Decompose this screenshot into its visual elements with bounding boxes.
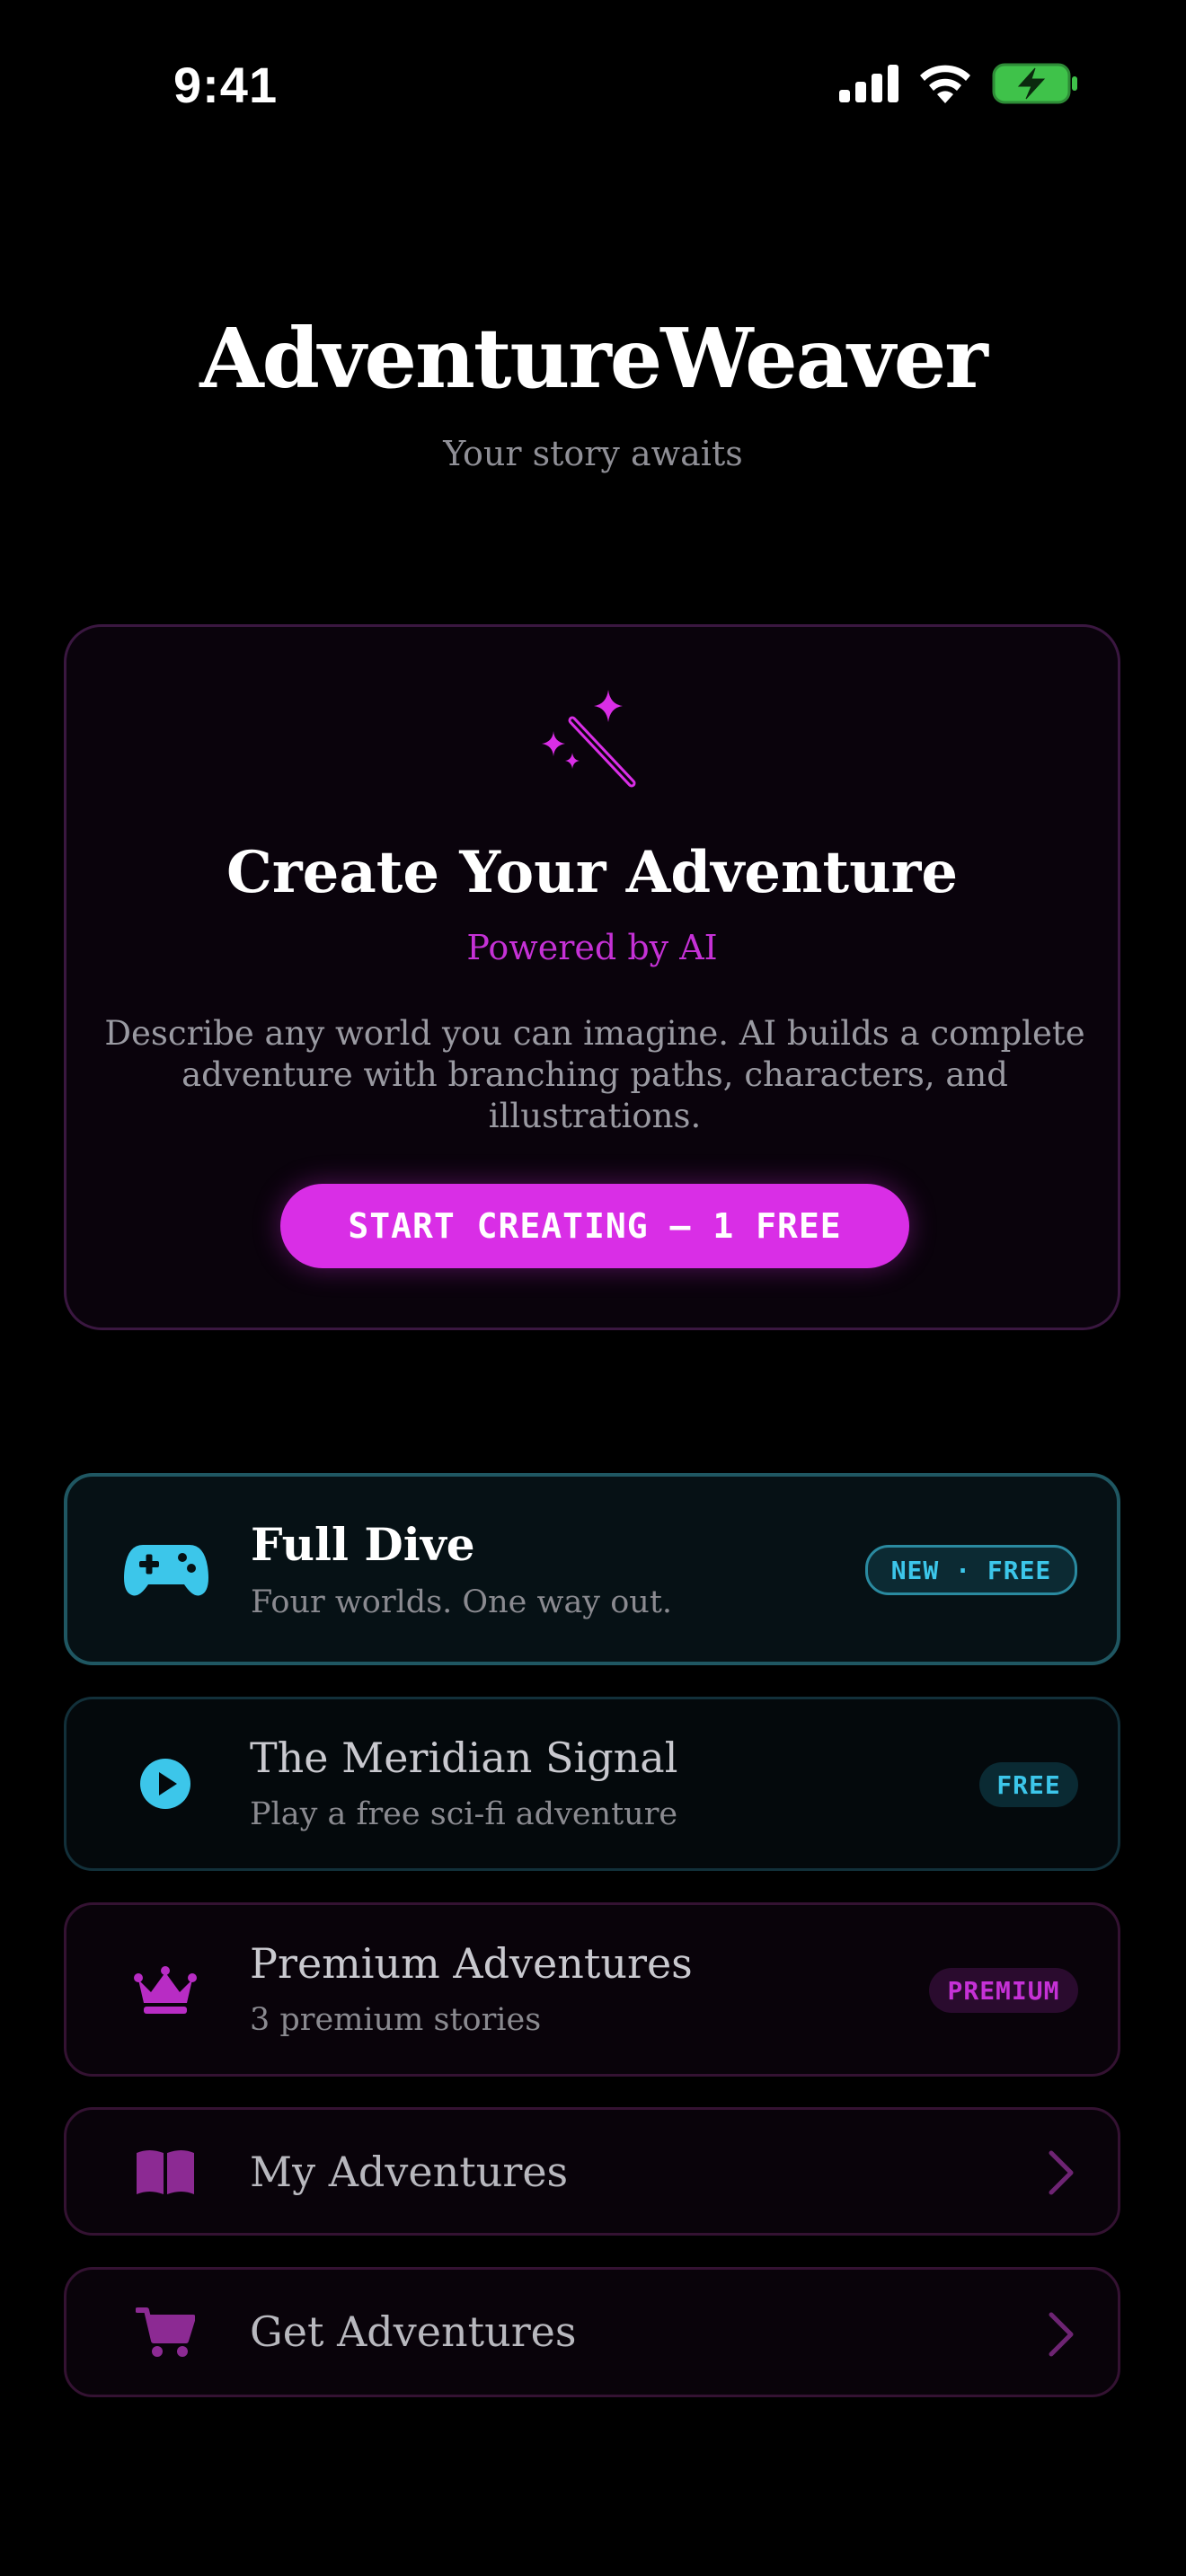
free-badge: FREE <box>979 1762 1078 1807</box>
magic-wand-icon <box>542 690 636 788</box>
gamepad-icon-wrap <box>121 1539 211 1601</box>
create-description: Describe any world you can imagine. AI b… <box>104 1014 1085 1135</box>
shopping-cart-icon <box>136 2307 195 2357</box>
premium-adventures-title: Premium Adventures <box>250 1939 693 1988</box>
meridian-signal-title: The Meridian Signal <box>250 1734 678 1782</box>
premium-adventures-card[interactable]: Premium Adventures 3 premium stories PRE… <box>64 1902 1120 2077</box>
my-adventures-title: My Adventures <box>250 2148 569 2196</box>
full-dive-subtitle: Four worlds. One way out. <box>251 1584 673 1620</box>
create-adventure-card: Create Your Adventure Powered by AI Desc… <box>64 624 1120 1330</box>
shopping-cart-icon-wrap <box>120 2306 210 2360</box>
open-book-icon-wrap <box>120 2146 210 2198</box>
create-title: Create Your Adventure <box>226 839 959 906</box>
crown-icon-wrap <box>120 1963 210 2018</box>
new-free-badge: NEW · FREE <box>865 1545 1077 1595</box>
start-creating-button[interactable]: START CREATING — 1 FREE <box>280 1184 909 1268</box>
status-time: 9:41 <box>173 57 279 113</box>
full-dive-title: Full Dive <box>251 1518 475 1571</box>
get-adventures-title: Get Adventures <box>250 2307 577 2356</box>
premium-adventures-subtitle: 3 premium stories <box>250 2002 542 2038</box>
play-circle-icon <box>140 1759 190 1809</box>
wifi-icon <box>920 65 970 103</box>
play-circle-icon-wrap <box>120 1755 210 1813</box>
full-dive-card[interactable]: Full Dive Four worlds. One way out. NEW … <box>64 1473 1120 1665</box>
my-adventures-card[interactable]: My Adventures <box>64 2107 1120 2236</box>
open-book-icon <box>137 2150 194 2194</box>
meridian-signal-subtitle: Play a free sci-fi adventure <box>250 1796 678 1832</box>
premium-badge: PREMIUM <box>929 1968 1078 2013</box>
meridian-signal-card[interactable]: The Meridian Signal Play a free sci-fi a… <box>64 1697 1120 1871</box>
get-adventures-card[interactable]: Get Adventures <box>64 2267 1120 2397</box>
status-icons <box>839 63 1078 104</box>
chevron-right-icon <box>1049 2150 1074 2195</box>
powered-by-label: Powered by AI <box>466 928 718 967</box>
gamepad-icon <box>124 1545 208 1596</box>
battery-charging-icon <box>992 63 1077 104</box>
status-bar: 9:41 <box>0 0 1186 171</box>
app-title: AdventureWeaver <box>199 310 987 407</box>
crown-icon <box>134 1966 197 2014</box>
app-subtitle: Your story awaits <box>443 434 743 473</box>
chevron-right-icon <box>1049 2312 1074 2357</box>
cellular-signal-icon <box>839 65 898 102</box>
